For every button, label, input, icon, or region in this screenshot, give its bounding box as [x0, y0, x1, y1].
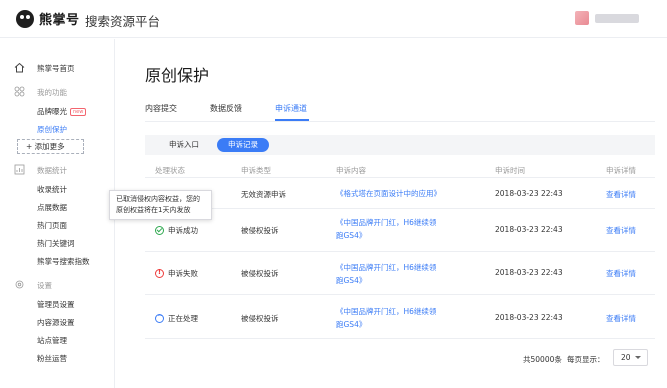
chevron-down-icon: [635, 356, 641, 359]
subtab-appeal-entry[interactable]: 申诉入口: [158, 138, 210, 152]
logo[interactable]: 熊掌号: [16, 9, 80, 28]
ellipsis-circle-icon: [155, 312, 164, 323]
logo-text: 熊掌号: [39, 13, 80, 28]
alert-circle-icon: [155, 268, 164, 278]
column-header-time: 申诉时间: [495, 166, 525, 175]
appeal-type: 被侵权投诉: [241, 269, 279, 278]
appeal-time: 2018-03-23 22:43: [495, 189, 563, 198]
appeal-type: 无效资源申诉: [241, 190, 286, 199]
column-header-content: 申诉内容: [336, 166, 366, 175]
appeal-content-line: 《中国品牌开门红，H6继续领: [336, 307, 437, 316]
tab-data-feedback[interactable]: 数据反馈: [210, 103, 242, 114]
subtab-bar: 申诉入口 申诉记录: [145, 135, 655, 155]
column-header-type: 申诉类型: [241, 166, 271, 175]
platform-title: 搜索资源平台: [85, 14, 161, 29]
user-name-blurred: [595, 13, 639, 23]
per-page-value: 20: [621, 353, 631, 362]
user-menu[interactable]: [575, 11, 639, 25]
row-divider: [145, 294, 655, 295]
tooltip-line: 已取消侵权内容权益，您的: [116, 195, 200, 203]
total-count: 共50000条: [523, 355, 562, 364]
appeal-content-link[interactable]: 《格式塔在页面设计中的应用》: [336, 187, 441, 200]
per-page-select[interactable]: 20: [613, 349, 648, 366]
check-circle-icon: [155, 226, 164, 235]
status-label: 申诉失败: [168, 269, 198, 278]
tab-appeal-channel[interactable]: 申诉通道: [275, 103, 307, 114]
active-tab-indicator: [275, 119, 309, 121]
view-detail-link[interactable]: 查看详情: [606, 313, 636, 324]
appeal-content-link[interactable]: 《中国品牌开门红，H6继续领 跑GS4》: [336, 261, 436, 287]
row-divider: [145, 208, 655, 209]
appeal-time: 2018-03-23 22:43: [495, 268, 563, 277]
row-divider: [145, 338, 655, 339]
avatar: [575, 11, 589, 25]
page-title: 原创保护: [145, 66, 210, 85]
status-processing: 正在处理: [155, 312, 198, 324]
table-header-divider: [145, 177, 655, 178]
view-detail-link[interactable]: 查看详情: [606, 225, 636, 236]
status-fail: 申诉失败: [155, 268, 198, 279]
row-divider: [145, 251, 655, 252]
appeal-content-link[interactable]: 《中国品牌开门红，H6继续领 跑GS4》: [336, 216, 436, 242]
appeal-content-line: 跑GS4》: [336, 231, 367, 240]
tooltip-line: 原创权益将在1天内发放: [116, 206, 191, 214]
appeal-time: 2018-03-23 22:43: [495, 225, 563, 234]
appeal-time: 2018-03-23 22:43: [495, 313, 563, 322]
appeal-content-link[interactable]: 《中国品牌开门红，H6继续领 跑GS4》: [336, 305, 436, 331]
paw-logo-icon: [16, 9, 34, 28]
per-page-label: 每页显示：: [567, 355, 605, 364]
subtab-appeal-records[interactable]: 申诉记录: [217, 138, 269, 152]
column-header-detail: 申诉详情: [606, 166, 636, 175]
top-header: 熊掌号 搜索资源平台: [0, 0, 667, 38]
appeal-content-line: 跑GS4》: [336, 276, 367, 285]
appeal-content-line: 跑GS4》: [336, 320, 367, 329]
status-tooltip: 已取消侵权内容权益，您的 原创权益将在1天内发放: [109, 190, 212, 220]
status-label: 正在处理: [168, 314, 198, 323]
appeal-type: 被侵权投诉: [241, 226, 279, 235]
view-detail-link[interactable]: 查看详情: [606, 268, 636, 279]
appeal-content-line: 《中国品牌开门红，H6继续领: [336, 218, 437, 227]
appeal-type: 被侵权投诉: [241, 314, 279, 323]
column-header-status: 处理状态: [155, 166, 185, 175]
status-success: 申诉成功: [155, 225, 198, 236]
sidebar-divider: [0, 39, 115, 388]
status-label: 申诉成功: [168, 226, 198, 235]
appeal-content-line: 《中国品牌开门红，H6继续领: [336, 263, 437, 272]
view-detail-link[interactable]: 查看详情: [606, 189, 636, 200]
tabs-divider: [145, 121, 655, 122]
tab-content-submit[interactable]: 内容提交: [145, 103, 177, 114]
